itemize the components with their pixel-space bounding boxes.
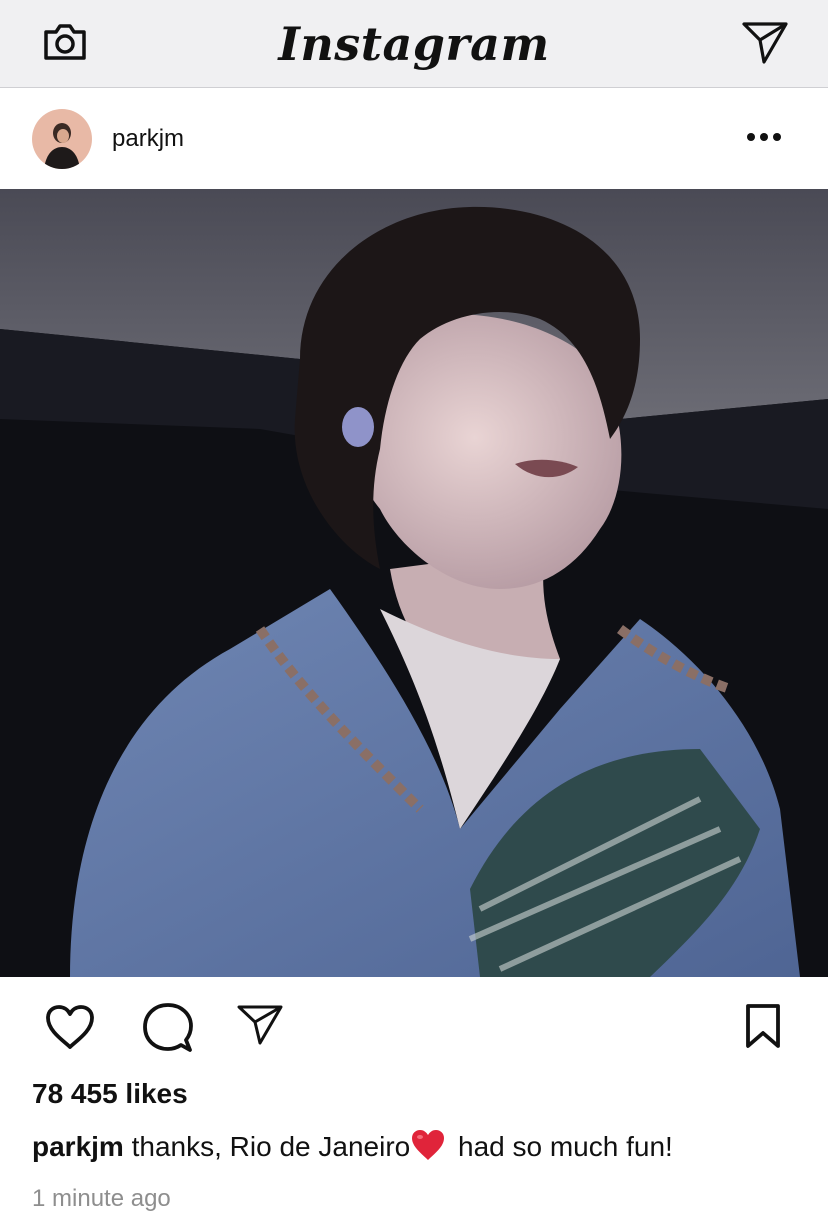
post-timestamp: 1 minute ago bbox=[32, 1185, 171, 1212]
red-heart-emoji bbox=[412, 1130, 445, 1160]
bookmark-icon[interactable] bbox=[744, 1003, 782, 1049]
post-actions bbox=[0, 977, 828, 1077]
post-photo[interactable] bbox=[0, 189, 828, 977]
comment-icon[interactable] bbox=[142, 1002, 194, 1054]
avatar[interactable] bbox=[32, 109, 92, 169]
more-options-icon[interactable] bbox=[744, 127, 784, 147]
direct-message-icon[interactable] bbox=[740, 20, 790, 66]
caption-text-before: thanks, Rio de Janeiro bbox=[131, 1131, 411, 1162]
post-header: parkjm bbox=[0, 89, 828, 189]
post-caption: parkjm thanks, Rio de Janeiro had so muc… bbox=[32, 1128, 812, 1163]
likes-count[interactable]: 78 455 likes bbox=[32, 1078, 188, 1110]
top-bar: Instagram bbox=[0, 0, 828, 88]
camera-icon[interactable] bbox=[42, 22, 88, 62]
post-username[interactable]: parkjm bbox=[112, 125, 184, 153]
caption-username[interactable]: parkjm bbox=[32, 1131, 124, 1162]
app-logo: Instagram bbox=[278, 17, 550, 71]
paper-plane-icon[interactable] bbox=[236, 1003, 284, 1047]
caption-text-after: had so much fun! bbox=[450, 1131, 673, 1162]
heart-outline-icon[interactable] bbox=[44, 1003, 96, 1051]
